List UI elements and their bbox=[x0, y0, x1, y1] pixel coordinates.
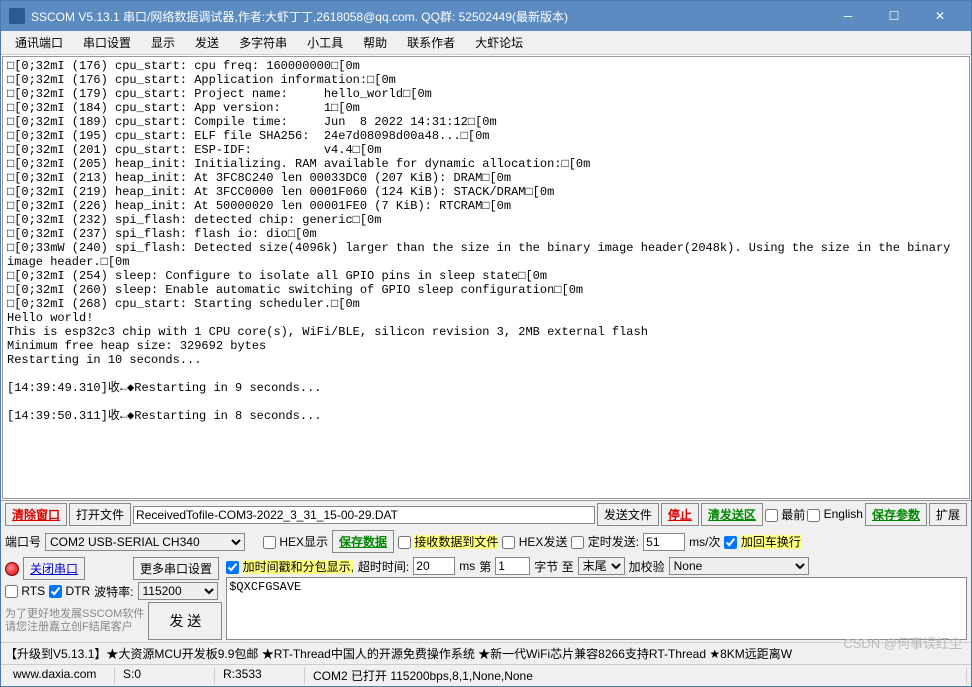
timeout-label: 超时时间: bbox=[358, 558, 409, 575]
rts-checkbox[interactable]: RTS bbox=[5, 584, 45, 598]
menu-forum[interactable]: 大虾论坛 bbox=[465, 31, 533, 54]
clear-window-button[interactable]: 清除窗口 bbox=[5, 503, 67, 526]
menu-serial-settings[interactable]: 串口设置 bbox=[73, 31, 141, 54]
check-type-select[interactable]: None bbox=[669, 557, 809, 575]
save-data-button[interactable]: 保存数据 bbox=[332, 530, 394, 553]
send-textarea[interactable]: $QXCFGSAVE bbox=[226, 577, 967, 640]
save-params-button[interactable]: 保存参数 bbox=[865, 503, 927, 526]
status-site[interactable]: www.daxia.com bbox=[5, 667, 115, 684]
timed-value-input[interactable] bbox=[643, 533, 685, 551]
timeout-input[interactable] bbox=[413, 557, 455, 575]
send-file-button[interactable]: 发送文件 bbox=[597, 503, 659, 526]
hex-send-checkbox[interactable]: HEX发送 bbox=[502, 533, 567, 550]
add-check-label: 加校验 bbox=[629, 558, 665, 575]
status-recv: R:3533 bbox=[215, 667, 305, 684]
baud-select[interactable]: 115200 bbox=[138, 582, 218, 600]
statusbar: www.daxia.com S:0 R:3533 COM2 已打开 115200… bbox=[1, 664, 971, 686]
titlebar: SSCOM V5.13.1 串口/网络数据调试器,作者:大虾丁丁,2618058… bbox=[1, 1, 971, 31]
menu-multistring[interactable]: 多字符串 bbox=[229, 31, 297, 54]
menu-send[interactable]: 发送 bbox=[185, 31, 229, 54]
nth-input[interactable] bbox=[495, 557, 530, 575]
menu-tools[interactable]: 小工具 bbox=[297, 31, 353, 54]
minimize-button[interactable]: ─ bbox=[825, 1, 871, 31]
clear-send-button[interactable]: 清发送区 bbox=[701, 503, 763, 526]
status-conn: COM2 已打开 115200bps,8,1,None,None bbox=[305, 667, 967, 684]
menu-port[interactable]: 通讯端口 bbox=[5, 31, 73, 54]
nth-label: 第 bbox=[479, 558, 491, 575]
end-select[interactable]: 末尾 bbox=[578, 557, 625, 575]
byte-label: 字节 至 bbox=[534, 558, 573, 575]
open-file-button[interactable]: 打开文件 bbox=[69, 503, 131, 526]
timestamp-checkbox[interactable]: 加时间戳和分包显示, bbox=[226, 558, 354, 575]
newest-checkbox[interactable]: 最前 bbox=[765, 506, 805, 523]
app-icon bbox=[9, 8, 25, 24]
close-port-button[interactable]: 关闭串口 bbox=[23, 557, 85, 580]
send-button[interactable]: 发 送 bbox=[148, 602, 222, 640]
menu-display[interactable]: 显示 bbox=[141, 31, 185, 54]
baud-label: 波特率: bbox=[94, 583, 133, 600]
timed-send-checkbox[interactable]: 定时发送: bbox=[571, 533, 639, 550]
extend-button[interactable]: 扩展 bbox=[929, 503, 967, 526]
stop-button[interactable]: 停止 bbox=[661, 503, 699, 526]
menubar: 通讯端口 串口设置 显示 发送 多字符串 小工具 帮助 联系作者 大虾论坛 bbox=[1, 31, 971, 55]
toolbar-row3: 关闭串口 更多串口设置 RTS DTR 波特率: 115200 为了更好地发展S… bbox=[1, 555, 971, 642]
status-sent: S:0 bbox=[115, 667, 215, 684]
filepath-input[interactable] bbox=[133, 506, 595, 524]
help-text: 为了更好地发展SSCOM软件 请您注册嘉立创F结尾客户 bbox=[5, 608, 144, 634]
more-settings-button[interactable]: 更多串口设置 bbox=[133, 557, 219, 580]
promo-bar[interactable]: 【升级到V5.13.1】★大资源MCU开发板9.9包邮 ★RT-Thread中国… bbox=[1, 642, 971, 664]
timed-unit-label: ms/次 bbox=[689, 533, 720, 550]
recv-to-file-checkbox[interactable]: 接收数据到文件 bbox=[398, 533, 498, 550]
window-title: SSCOM V5.13.1 串口/网络数据调试器,作者:大虾丁丁,2618058… bbox=[31, 8, 825, 25]
port-label: 端口号 bbox=[5, 533, 41, 550]
menu-contact[interactable]: 联系作者 bbox=[397, 31, 465, 54]
record-icon[interactable] bbox=[5, 562, 19, 576]
dtr-checkbox[interactable]: DTR bbox=[49, 584, 90, 598]
close-button[interactable]: ✕ bbox=[917, 1, 963, 31]
port-select[interactable]: COM2 USB-SERIAL CH340 bbox=[45, 533, 245, 551]
timeout-unit: ms bbox=[459, 559, 475, 573]
menu-help[interactable]: 帮助 bbox=[353, 31, 397, 54]
hex-display-checkbox[interactable]: HEX显示 bbox=[263, 533, 328, 550]
add-crlf-checkbox[interactable]: 加回车换行 bbox=[724, 533, 800, 550]
maximize-button[interactable]: ☐ bbox=[871, 1, 917, 31]
toolbar-row2: 端口号 COM2 USB-SERIAL CH340 HEX显示 保存数据 接收数… bbox=[1, 528, 971, 555]
output-area[interactable]: □[0;32mI (176) cpu_start: cpu freq: 1600… bbox=[2, 56, 970, 499]
toolbar-row1: 清除窗口 打开文件 发送文件 停止 清发送区 最前 English 保存参数 扩… bbox=[1, 500, 971, 528]
english-checkbox[interactable]: English bbox=[807, 507, 863, 521]
